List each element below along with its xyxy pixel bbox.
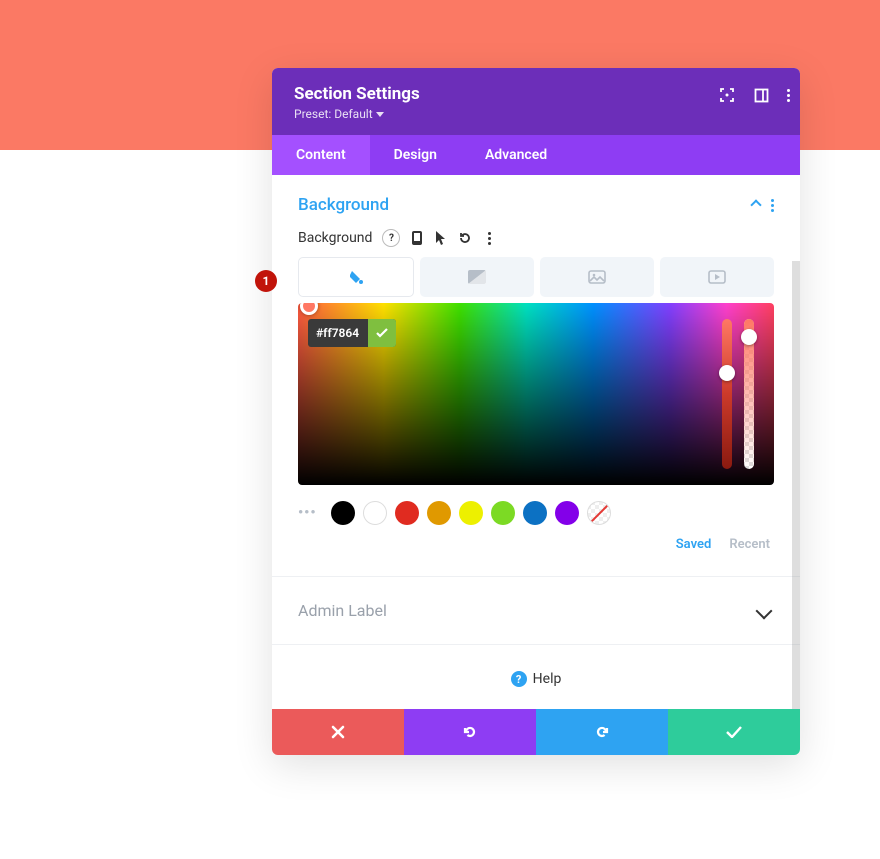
alpha-slider[interactable] — [744, 319, 754, 469]
cancel-button[interactable] — [272, 709, 404, 755]
background-header-right — [752, 199, 774, 212]
preset-label: Preset: Default — [294, 107, 373, 121]
swatch-yellow[interactable] — [459, 501, 483, 525]
expand-icon[interactable] — [718, 86, 736, 104]
swatch-green[interactable] — [491, 501, 515, 525]
more-icon[interactable] — [786, 86, 790, 104]
hue-slider-thumb[interactable] — [719, 365, 735, 381]
panel-tabs: Content Design Advanced — [272, 135, 800, 175]
hex-input-pill — [308, 319, 396, 347]
divider — [272, 576, 800, 577]
bg-type-video[interactable] — [660, 257, 774, 297]
bg-type-image[interactable] — [540, 257, 654, 297]
snap-icon[interactable] — [752, 86, 770, 104]
swatch-row: ••• — [272, 485, 800, 531]
swatch-black[interactable] — [331, 501, 355, 525]
saved-recent-row: Saved Recent — [272, 531, 800, 570]
hex-confirm-button[interactable] — [368, 319, 396, 347]
background-more-icon[interactable] — [770, 199, 774, 212]
help-badge-icon: ? — [511, 671, 527, 687]
swatch-more-icon[interactable]: ••• — [298, 505, 317, 521]
background-label-row: Background ? — [272, 223, 800, 257]
bg-type-color[interactable] — [298, 257, 414, 297]
save-button[interactable] — [668, 709, 800, 755]
saved-link[interactable]: Saved — [676, 537, 712, 552]
tab-design[interactable]: Design — [370, 135, 461, 175]
panel-body: Background Background ? — [272, 175, 800, 709]
annotation-number: 1 — [263, 274, 270, 288]
swatch-blue[interactable] — [523, 501, 547, 525]
swatch-purple[interactable] — [555, 501, 579, 525]
section-settings-panel: Section Settings Preset: Default Content — [272, 68, 800, 755]
chevron-down-icon — [756, 602, 773, 619]
bg-type-gradient[interactable] — [420, 257, 534, 297]
alpha-slider-thumb[interactable] — [741, 329, 757, 345]
chevron-up-icon[interactable] — [750, 199, 761, 210]
panel-header: Section Settings Preset: Default — [272, 68, 800, 135]
slider-group — [722, 319, 754, 469]
background-label: Background — [298, 230, 372, 246]
undo-button[interactable] — [404, 709, 536, 755]
annotation-badge: 1 — [255, 270, 277, 292]
divider-2 — [272, 644, 800, 645]
background-section-header[interactable]: Background — [272, 175, 800, 223]
panel-footer — [272, 709, 800, 755]
admin-label-row[interactable]: Admin Label — [272, 583, 800, 638]
panel-header-actions — [718, 86, 790, 104]
color-picker-canvas[interactable] — [298, 303, 774, 485]
swatch-red[interactable] — [395, 501, 419, 525]
tab-advanced[interactable]: Advanced — [461, 135, 571, 175]
color-picker-selector[interactable] — [300, 303, 318, 315]
redo-button[interactable] — [536, 709, 668, 755]
background-label-more-icon[interactable] — [482, 231, 496, 245]
hex-input[interactable] — [308, 320, 368, 346]
tab-content[interactable]: Content — [272, 135, 370, 175]
color-picker — [272, 303, 800, 485]
admin-label-text: Admin Label — [298, 601, 387, 620]
swatch-orange[interactable] — [427, 501, 451, 525]
reset-icon[interactable] — [458, 231, 472, 245]
panel-title: Section Settings — [294, 84, 778, 104]
background-title: Background — [298, 195, 389, 215]
caret-down-icon — [376, 112, 384, 117]
help-label: Help — [533, 671, 562, 687]
hue-slider[interactable] — [722, 319, 732, 469]
recent-link[interactable]: Recent — [729, 537, 770, 552]
background-type-row — [272, 257, 800, 303]
swatch-white[interactable] — [363, 501, 387, 525]
mobile-icon[interactable] — [410, 231, 424, 245]
preset-dropdown[interactable]: Preset: Default — [294, 107, 778, 121]
swatch-transparent[interactable] — [587, 501, 611, 525]
scrollbar[interactable] — [792, 261, 800, 709]
help-row[interactable]: ? Help — [272, 651, 800, 709]
cursor-icon[interactable] — [434, 231, 448, 245]
help-icon[interactable]: ? — [382, 229, 400, 247]
